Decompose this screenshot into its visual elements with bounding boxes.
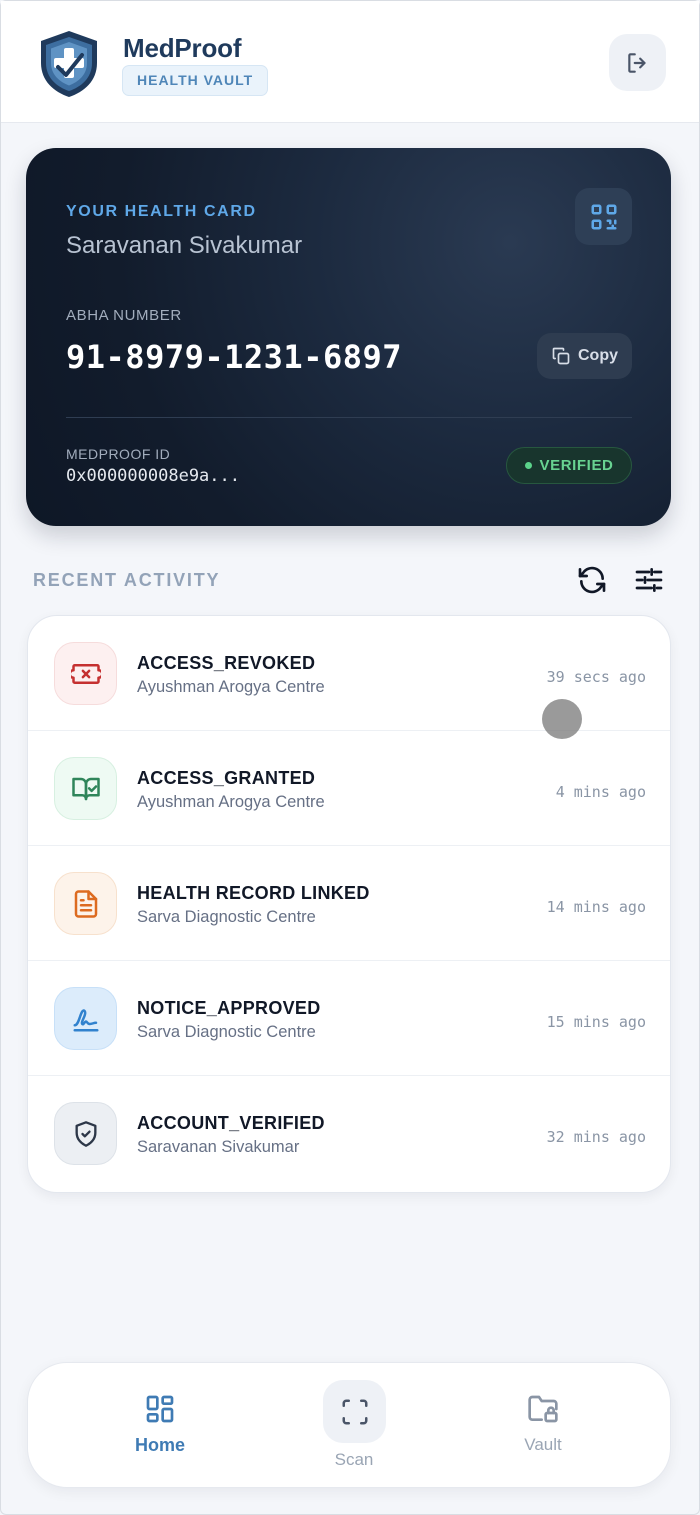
signature-icon	[54, 987, 117, 1050]
activity-title: ACCOUNT_VERIFIED	[137, 1113, 325, 1133]
abha-number: 91-8979-1231-6897	[66, 338, 403, 376]
activity-time: 4 mins ago	[555, 783, 646, 801]
activity-time: 14 mins ago	[546, 898, 646, 916]
card-holder-name: Saravanan Sivakumar	[66, 232, 303, 259]
book-check-icon	[54, 757, 117, 820]
nav-home-label: Home	[134, 1435, 185, 1455]
card-eyebrow: YOUR HEALTH CARD	[66, 203, 257, 220]
nav-scan-label: Scan	[334, 1450, 374, 1469]
status-dot-icon	[524, 462, 532, 469]
copy-button[interactable]: Copy	[537, 333, 632, 379]
copy-label: Copy	[578, 347, 618, 364]
copy-icon	[552, 347, 570, 365]
activity-subtitle: Sarva Diagnostic Centre	[137, 908, 316, 926]
touch-indicator	[542, 699, 582, 739]
activity-item-notice-approved[interactable]: NOTICE_APPROVED Sarva Diagnostic Centre …	[28, 961, 670, 1076]
abha-label: ABHA NUMBER	[66, 307, 182, 324]
brand-badge: HEALTH VAULT	[122, 65, 269, 96]
nav-home[interactable]: Home	[100, 1363, 220, 1489]
activity-subtitle: Ayushman Arogya Centre	[137, 678, 325, 696]
logout-icon	[627, 52, 646, 73]
nav-scan[interactable]: Scan	[294, 1363, 414, 1489]
activity-subtitle: Ayushman Arogya Centre	[137, 793, 325, 811]
shield-logo-icon	[37, 29, 101, 99]
folder-lock-icon	[528, 1395, 558, 1423]
brand-title: MedProof	[123, 33, 242, 63]
activity-list: ACCESS_REVOKED Ayushman Arogya Centre 39…	[27, 615, 671, 1193]
medproof-id-label: MEDPROOF ID	[66, 446, 171, 462]
qr-code-button[interactable]	[575, 188, 632, 245]
document-icon	[54, 872, 117, 935]
activity-title: HEALTH RECORD LINKED	[137, 883, 370, 903]
activity-time: 15 mins ago	[546, 1013, 646, 1031]
activity-time: 39 secs ago	[546, 668, 646, 686]
verified-badge: VERIFIED	[506, 447, 632, 484]
shield-check-icon	[54, 1102, 117, 1165]
activity-title: ACCESS_GRANTED	[137, 768, 316, 788]
scan-button[interactable]	[323, 1380, 386, 1443]
activity-item-access-granted[interactable]: ACCESS_GRANTED Ayushman Arogya Centre 4 …	[28, 731, 670, 846]
dashboard-grid-icon	[146, 1395, 174, 1423]
health-card: YOUR HEALTH CARD Saravanan Sivakumar ABH…	[26, 148, 671, 526]
filter-button[interactable]	[633, 564, 665, 596]
medproof-id-value: 0x000000008e9a...	[66, 466, 240, 486]
nav-vault[interactable]: Vault	[483, 1363, 603, 1489]
activity-item-health-record-linked[interactable]: HEALTH RECORD LINKED Sarva Diagnostic Ce…	[28, 846, 670, 961]
card-divider	[66, 417, 632, 418]
activity-subtitle: Sarva Diagnostic Centre	[137, 1023, 316, 1041]
refresh-icon	[578, 566, 606, 594]
ticket-x-icon	[54, 642, 117, 705]
verified-label: VERIFIED	[539, 457, 614, 474]
scan-frame-icon	[342, 1399, 367, 1424]
refresh-button[interactable]	[576, 564, 608, 596]
recent-activity-title: RECENT ACTIVITY	[33, 570, 221, 590]
activity-title: NOTICE_APPROVED	[137, 998, 321, 1018]
sliders-icon	[635, 568, 663, 592]
nav-vault-label: Vault	[524, 1435, 562, 1454]
bottom-navigation: Home Scan Vault	[27, 1362, 671, 1488]
app-header: MedProof HEALTH VAULT	[1, 1, 699, 123]
qr-code-icon	[591, 204, 616, 229]
activity-title: ACCESS_REVOKED	[137, 653, 316, 673]
activity-time: 32 mins ago	[546, 1128, 646, 1146]
activity-subtitle: Saravanan Sivakumar	[137, 1138, 300, 1156]
logout-button[interactable]	[609, 34, 666, 91]
activity-item-account-verified[interactable]: ACCOUNT_VERIFIED Saravanan Sivakumar 32 …	[28, 1076, 670, 1191]
